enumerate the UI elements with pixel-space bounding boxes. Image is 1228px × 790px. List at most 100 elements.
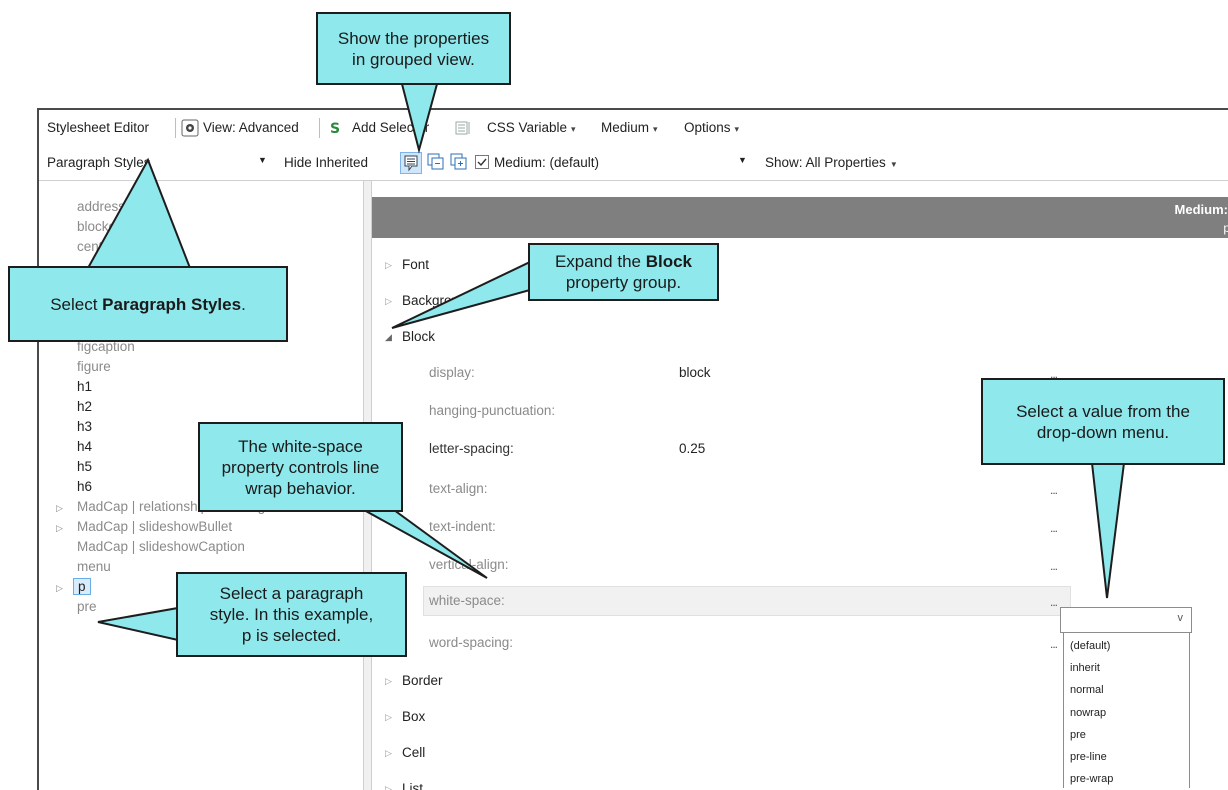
property-value[interactable]: 0.25 <box>679 441 705 456</box>
more-button[interactable]: ... <box>1050 595 1058 609</box>
property-name: text-indent: <box>429 519 496 534</box>
show-properties-label: Show: All Properties <box>765 155 886 170</box>
tree-item[interactable]: h4 <box>77 439 92 454</box>
tree-item[interactable]: blockquote <box>77 219 142 234</box>
css-variable-label: CSS Variable <box>487 120 568 135</box>
options-menu[interactable]: Options ▾ <box>684 120 739 135</box>
expand-arrow-icon[interactable]: ▷ <box>56 503 63 514</box>
dropdown-option[interactable]: pre-line <box>1070 751 1107 763</box>
callout-paragraph-style: Select a paragraph style. In this exampl… <box>176 572 407 657</box>
secondary-toolbar: Paragraph Styles ▼ Hide Inherited Medium… <box>39 146 1228 181</box>
tree-item[interactable]: h1 <box>77 379 92 394</box>
selector-header-label: p <box>1223 221 1228 235</box>
tree-item[interactable]: h6 <box>77 479 92 494</box>
dropdown-option[interactable]: (default) <box>1070 640 1110 652</box>
svg-text:S: S <box>330 121 340 136</box>
expand-arrow-icon[interactable]: ▷ <box>56 583 63 594</box>
callout-text: Select a value from the <box>1016 401 1190 421</box>
css-variable-icon <box>455 121 471 135</box>
callout-text: Select <box>50 294 103 314</box>
callout-bold-text: Block <box>645 252 693 271</box>
callout-text: in grouped view. <box>352 49 475 69</box>
collapse-all-icon[interactable] <box>427 153 445 171</box>
more-button[interactable]: ... <box>1050 521 1058 535</box>
tree-item[interactable]: MadCap | slideshowCaption <box>77 539 245 554</box>
property-name: white-space: <box>429 593 505 608</box>
hide-inherited-button[interactable]: Hide Inherited <box>284 155 368 170</box>
callout-expand-block: Expand the Block property group. <box>528 243 719 301</box>
expand-arrow-icon[interactable]: ▷ <box>385 712 392 723</box>
group-font[interactable]: Font <box>402 257 429 272</box>
expand-arrow-icon[interactable]: ▷ <box>385 260 392 271</box>
property-name: vertical-align: <box>429 557 509 572</box>
tree-item[interactable]: h5 <box>77 459 92 474</box>
group-cell[interactable]: Cell <box>402 745 425 760</box>
expand-all-icon[interactable] <box>450 153 468 171</box>
tree-item[interactable]: center <box>77 239 115 254</box>
callout-text: . <box>241 294 246 314</box>
expand-arrow-icon[interactable]: ▷ <box>385 784 392 790</box>
property-name: hanging-punctuation: <box>429 403 556 418</box>
grouped-view-icon[interactable] <box>400 152 422 174</box>
tree-item[interactable]: address <box>77 199 125 214</box>
expand-arrow-icon[interactable]: ▷ <box>385 748 392 759</box>
chevron-down-icon[interactable]: ▼ <box>258 155 267 165</box>
chevron-down-icon: v <box>1177 612 1184 624</box>
more-button[interactable]: ... <box>1050 559 1058 573</box>
property-value[interactable]: block <box>679 365 711 380</box>
property-name: letter-spacing: <box>429 441 514 456</box>
style-type-select[interactable]: Paragraph Styles <box>47 155 151 170</box>
callout-text: The white-space <box>238 436 363 456</box>
callout-text: wrap behavior. <box>245 478 356 498</box>
dropdown-option[interactable]: pre-wrap <box>1070 773 1113 785</box>
expand-arrow-icon[interactable]: ▷ <box>385 676 392 687</box>
dropdown-option[interactable]: pre <box>1070 729 1086 741</box>
medium-select[interactable]: Medium: (default) <box>494 155 599 170</box>
medium-checkbox[interactable] <box>475 155 489 169</box>
add-selector-button[interactable]: Add Selector <box>352 120 429 135</box>
callout-text: p is selected. <box>241 626 342 645</box>
css-variable-menu[interactable]: CSS Variable ▾ <box>487 120 576 135</box>
group-box[interactable]: Box <box>402 709 425 724</box>
editor-title: Stylesheet Editor <box>47 120 150 135</box>
dropdown-option[interactable]: normal <box>1070 684 1104 696</box>
group-background[interactable]: Background <box>402 293 474 308</box>
expand-arrow-icon[interactable]: ▷ <box>385 296 392 307</box>
add-selector-icon: S <box>329 120 343 137</box>
white-space-value-select[interactable]: v <box>1060 607 1192 633</box>
main-toolbar: Stylesheet Editor View: Advanced S Add S… <box>39 110 1228 147</box>
tree-item[interactable]: MadCap | slideshowBullet <box>77 519 232 534</box>
dropdown-option[interactable]: inherit <box>1070 662 1100 674</box>
group-block[interactable]: Block <box>402 329 435 344</box>
callout-bold-text: Paragraph Styles <box>102 294 242 314</box>
callout-text: Show the properties <box>337 28 490 48</box>
callout-white-space: The white-space property controls line w… <box>198 422 403 512</box>
chevron-down-icon: ▾ <box>734 124 740 134</box>
tree-item[interactable]: pre <box>77 599 97 614</box>
tree-item-selected[interactable]: p <box>73 578 91 595</box>
dropdown-option[interactable]: nowrap <box>1070 707 1106 719</box>
group-border[interactable]: Border <box>402 673 443 688</box>
chevron-down-icon: ▼ <box>889 160 898 169</box>
medium-menu[interactable]: Medium ▾ <box>601 120 658 135</box>
show-properties-menu[interactable]: Show: All Properties ▼ <box>765 155 898 170</box>
toolbar-separator <box>319 118 320 138</box>
property-row-highlight[interactable] <box>423 586 1071 616</box>
callout-text: drop-down menu. <box>1036 422 1170 442</box>
collapse-arrow-icon[interactable]: ◢ <box>385 332 392 343</box>
tree-item[interactable]: h3 <box>77 419 92 434</box>
properties-header: Medium: p <box>372 197 1228 238</box>
expand-arrow-icon[interactable]: ▷ <box>56 523 63 534</box>
more-button[interactable]: ... <box>1050 637 1058 651</box>
chevron-down-icon[interactable]: ▼ <box>738 155 747 165</box>
view-advanced-button[interactable]: View: Advanced <box>203 120 299 135</box>
group-list[interactable]: List <box>402 781 423 790</box>
property-name: display: <box>429 365 475 380</box>
tree-item[interactable]: figure <box>77 359 111 374</box>
tree-item[interactable]: menu <box>77 559 111 574</box>
more-button[interactable]: ... <box>1050 483 1058 497</box>
tree-item[interactable]: h2 <box>77 399 92 414</box>
toolbar-separator <box>175 118 176 138</box>
callout-text: Select a paragraph <box>219 584 364 603</box>
chevron-down-icon: ▾ <box>571 124 576 134</box>
